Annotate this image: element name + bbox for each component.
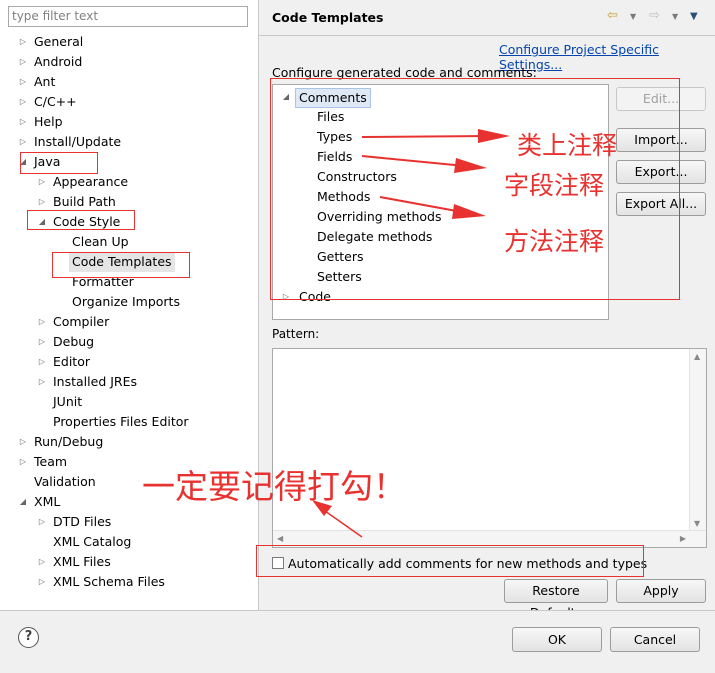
arrow-types <box>361 129 510 143</box>
arrow-fields <box>361 155 487 173</box>
annotation-arrows <box>312 129 510 538</box>
annotation-types-note: 类上注释 <box>517 131 618 160</box>
annotation-methods-note: 方法注释 <box>504 227 605 256</box>
arrow-methods <box>379 196 486 219</box>
annotation-fields-note: 字段注释 <box>504 171 605 200</box>
annotation-checkbox-note: 一定要记得打勾！ <box>142 467 406 506</box>
